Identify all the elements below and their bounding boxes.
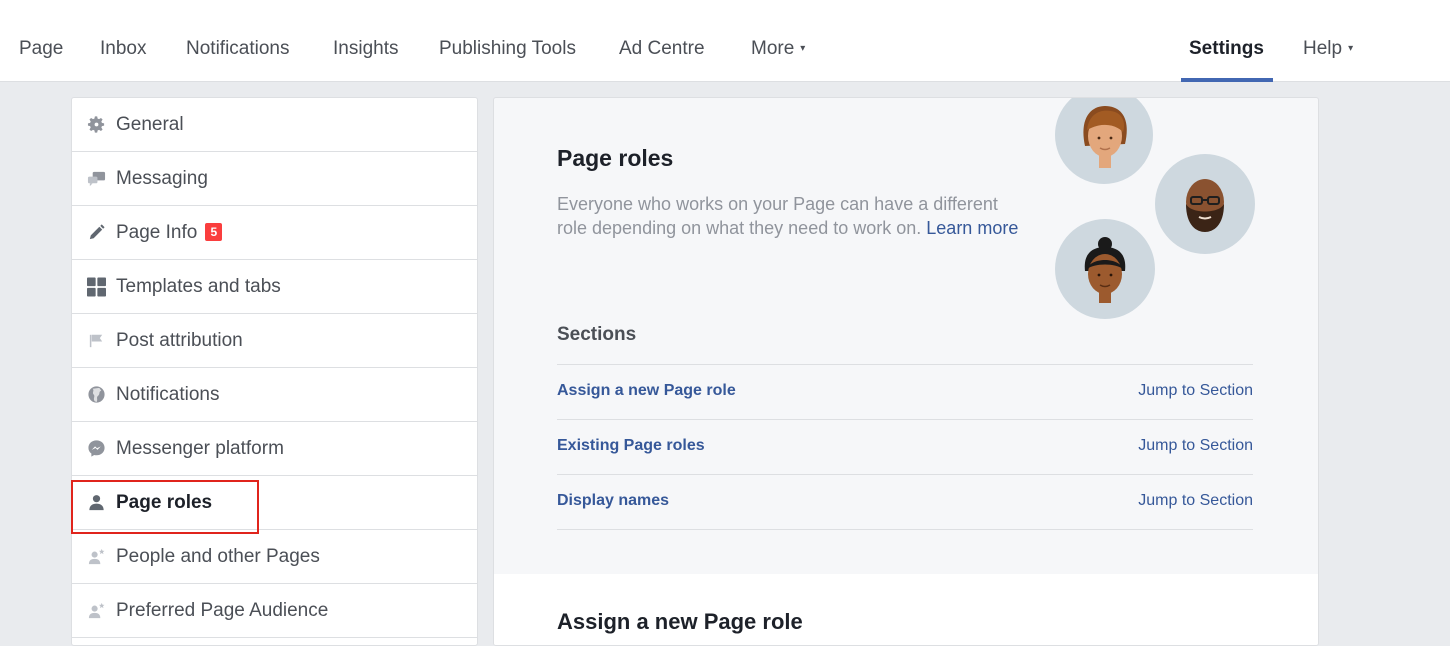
top-navigation: Page Inbox Notifications Insights Publis… [0, 0, 1450, 82]
sidebar-item-label: Preferred Page Audience [116, 600, 329, 621]
sidebar-item-post-attribution[interactable]: Post attribution [72, 314, 477, 368]
pencil-icon [87, 223, 106, 242]
nav-inbox[interactable]: Inbox [100, 38, 146, 60]
sidebar-item-page-roles[interactable]: Page roles [72, 476, 477, 530]
sidebar-item-label: General [116, 114, 184, 135]
section-row: Assign a new Page role Jump to Section [557, 365, 1253, 420]
section-link-existing-page-roles[interactable]: Existing Page roles [557, 437, 705, 455]
sidebar-item-templates-and-tabs[interactable]: Templates and tabs [72, 260, 477, 314]
sidebar-item-label: Post attribution [116, 330, 243, 351]
nav-page[interactable]: Page [19, 38, 63, 60]
chat-bubbles-icon [87, 169, 106, 188]
sidebar-item-label: Templates and tabs [116, 276, 281, 297]
nav-publishing-tools[interactable]: Publishing Tools [439, 38, 576, 60]
assign-role-panel: Assign a new Page role [494, 574, 1318, 645]
section-row: Existing Page roles Jump to Section [557, 420, 1253, 475]
sections-heading: Sections [557, 324, 637, 345]
page-title: Page roles [557, 145, 674, 171]
section-row: Display names Jump to Section [557, 475, 1253, 530]
sections-list: Assign a new Page role Jump to Section E… [557, 364, 1253, 530]
sidebar-item-page-info[interactable]: Page Info 5 [72, 206, 477, 260]
sidebar-item-label: People and other Pages [116, 546, 320, 567]
settings-sidebar: General Messaging Page Info 5 Templates a… [71, 97, 478, 646]
sidebar-item-label: Notifications [116, 384, 220, 405]
globe-icon [87, 385, 106, 404]
caret-down-icon: ▾ [800, 43, 806, 54]
nav-help[interactable]: Help ▾ [1303, 38, 1353, 60]
gear-icon [87, 115, 106, 134]
nav-more-label: More [751, 38, 795, 59]
nav-help-label: Help [1303, 38, 1343, 59]
page-roles-panel: Page roles Everyone who works on your Pa… [493, 97, 1319, 646]
learn-more-link[interactable]: Learn more [926, 218, 1018, 238]
section-link-display-names[interactable]: Display names [557, 492, 669, 510]
sidebar-item-people-and-other-pages[interactable]: People and other Pages [72, 530, 477, 584]
person-star-icon [87, 601, 106, 620]
nav-more[interactable]: More ▾ [751, 38, 805, 60]
sidebar-item-label-wrap: Page Info 5 [116, 222, 223, 244]
messenger-icon [87, 439, 106, 458]
person-star-icon [87, 547, 106, 566]
nav-insights[interactable]: Insights [333, 38, 398, 60]
section-link-assign-new-page-role[interactable]: Assign a new Page role [557, 382, 736, 400]
caret-down-icon: ▾ [1348, 43, 1354, 54]
jump-to-section-link[interactable]: Jump to Section [1138, 437, 1253, 455]
assign-role-heading: Assign a new Page role [557, 609, 803, 634]
avatar-illustration [1055, 98, 1153, 184]
sidebar-item-label: Messenger platform [116, 438, 284, 459]
sidebar-item-messaging[interactable]: Messaging [72, 152, 477, 206]
page-description: Everyone who works on your Page can have… [557, 192, 1027, 240]
nav-settings[interactable]: Settings [1189, 38, 1264, 60]
avatar-illustration [1055, 219, 1155, 319]
flag-icon [87, 331, 106, 350]
notification-badge: 5 [205, 223, 223, 241]
sidebar-item-label: Page roles [116, 492, 213, 513]
nav-notifications[interactable]: Notifications [186, 38, 290, 60]
sidebar-item-general[interactable]: General [72, 98, 477, 152]
jump-to-section-link[interactable]: Jump to Section [1138, 382, 1253, 400]
person-icon [87, 493, 106, 512]
sidebar-item-preferred-page-audience[interactable]: Preferred Page Audience [72, 584, 477, 638]
sidebar-item-label: Messaging [116, 168, 208, 189]
avatar-illustration [1155, 154, 1255, 254]
sidebar-item-notifications[interactable]: Notifications [72, 368, 477, 422]
sidebar-item-messenger-platform[interactable]: Messenger platform [72, 422, 477, 476]
jump-to-section-link[interactable]: Jump to Section [1138, 492, 1253, 510]
nav-ad-centre[interactable]: Ad Centre [619, 38, 705, 60]
grid-icon [87, 277, 106, 296]
sidebar-item-label: Page Info [116, 222, 198, 243]
settings-active-underline [1181, 78, 1273, 82]
